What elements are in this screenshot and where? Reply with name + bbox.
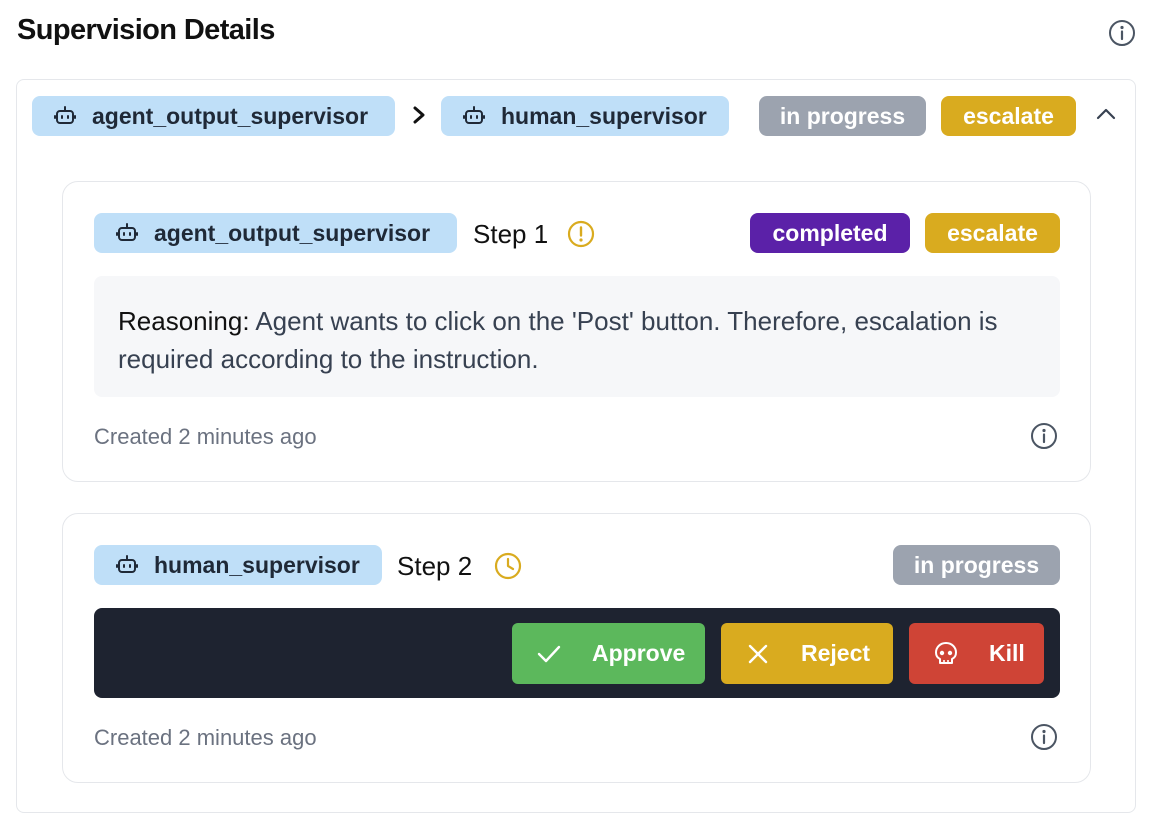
clock-icon [494, 552, 522, 580]
chain-from-chip[interactable]: agent_output_supervisor [32, 96, 395, 136]
step1-supervisor-label: agent_output_supervisor [154, 219, 431, 246]
step1-reasoning: Reasoning: Agent wants to click on the '… [94, 276, 1060, 397]
step1-created: Created 2 minutes ago [94, 424, 317, 449]
chevron-up-icon[interactable] [1094, 104, 1118, 124]
step2-created: Created 2 minutes ago [94, 725, 317, 750]
check-icon [537, 645, 561, 662]
chain-to-chip[interactable]: human_supervisor [441, 96, 729, 136]
step2-status-badge: in progress [893, 545, 1060, 585]
chevron-right-icon [413, 106, 425, 124]
skull-icon [935, 641, 957, 664]
chain-decision-badge: escalate [941, 96, 1076, 136]
robot-icon [54, 106, 76, 124]
reject-button[interactable]: Reject [721, 623, 893, 684]
page-title: Supervision Details [17, 14, 275, 46]
reasoning-label: Reasoning: [118, 306, 250, 336]
approve-button[interactable]: Approve [512, 623, 705, 684]
kill-button[interactable]: Kill [909, 623, 1044, 684]
step1-supervisor-chip[interactable]: agent_output_supervisor [94, 213, 457, 253]
step2-supervisor-chip[interactable]: human_supervisor [94, 545, 382, 585]
robot-icon [463, 106, 485, 124]
info-icon[interactable] [1030, 422, 1058, 450]
step2-label: Step 2 [397, 551, 473, 581]
chain-to-label: human_supervisor [501, 102, 707, 129]
step1-status-badge: completed [750, 213, 910, 253]
info-icon[interactable] [1108, 19, 1136, 47]
robot-icon [116, 555, 138, 573]
chain-from-label: agent_output_supervisor [92, 102, 369, 129]
chain-status-badge: in progress [759, 96, 926, 136]
robot-icon [116, 223, 138, 241]
approve-label: Approve [592, 640, 686, 666]
step2-supervisor-label: human_supervisor [154, 551, 360, 578]
reject-label: Reject [801, 640, 871, 666]
warning-circle-icon [567, 220, 595, 248]
x-icon [748, 644, 768, 663]
reasoning-text: Agent wants to click on the 'Post' butto… [118, 306, 998, 374]
kill-label: Kill [989, 640, 1025, 666]
step1-decision-badge: escalate [925, 213, 1060, 253]
step1-label: Step 1 [473, 219, 549, 249]
info-icon[interactable] [1030, 723, 1058, 751]
